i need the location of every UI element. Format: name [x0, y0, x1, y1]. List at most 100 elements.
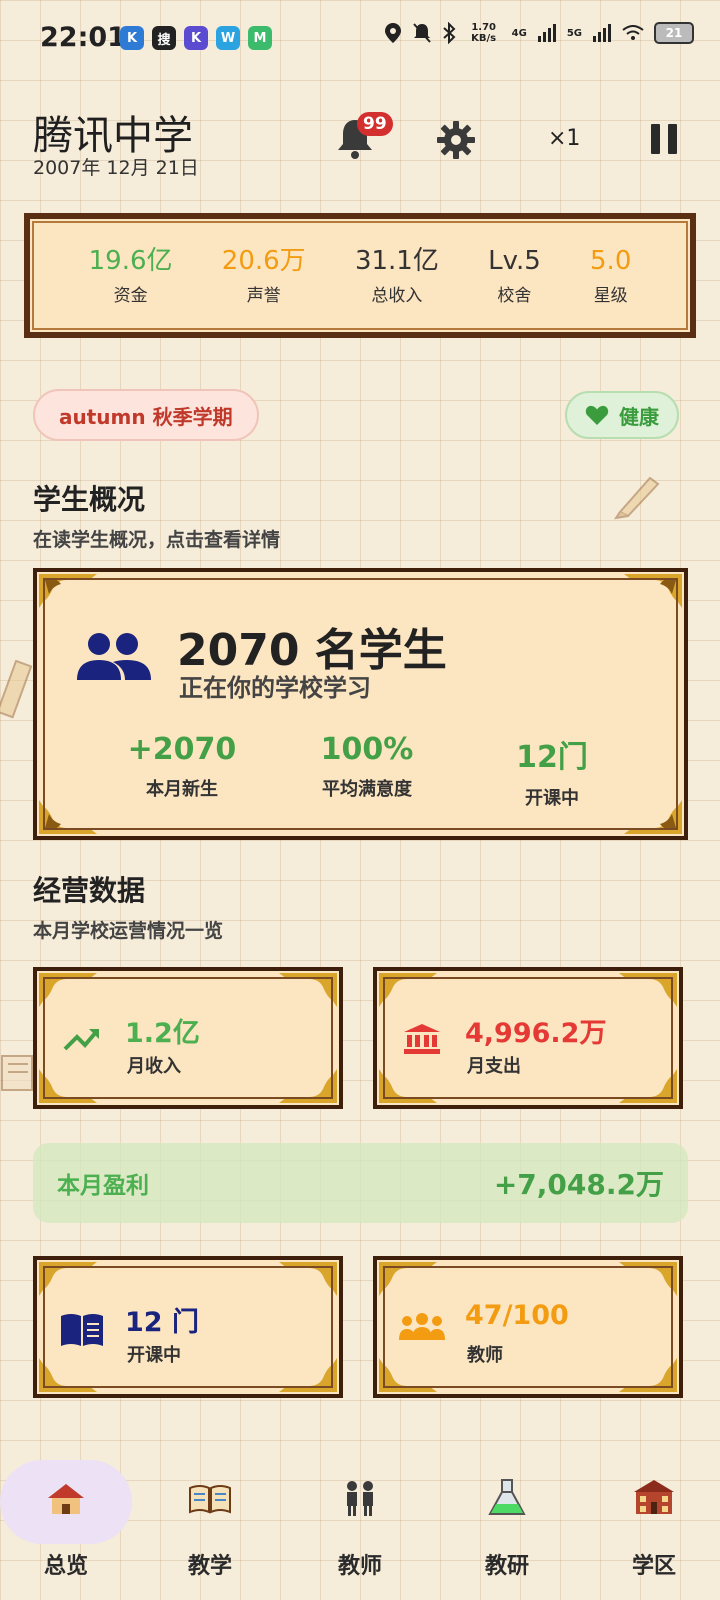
nav-tab-teaching[interactable]: 教学: [140, 1464, 280, 1580]
campus-icon: [634, 1480, 674, 1514]
metric-value: 12门: [516, 740, 588, 775]
metric-label: 开课中: [525, 788, 579, 809]
nav-label: 总览: [43, 1554, 88, 1579]
stat-label: 资金: [113, 286, 148, 306]
ornament-corner-icon: [39, 973, 97, 1007]
app-notification-icon: K: [184, 26, 208, 50]
income-value: 1.2亿: [125, 1018, 200, 1049]
monthly-income-card[interactable]: 1.2亿 月收入: [33, 967, 343, 1109]
stat-funds: 19.6亿 资金: [89, 245, 173, 306]
nav-label: 学区: [631, 1554, 676, 1579]
network-4g: 4G: [511, 27, 527, 39]
ruler-doodle-icon: [0, 660, 32, 719]
expense-label: 月支出: [467, 1056, 521, 1077]
ornament-corner-icon: [279, 973, 337, 1007]
metric-satisfaction: 100% 平均满意度: [282, 732, 452, 810]
students-overview-card[interactable]: 2070 名学生 正在你的学校学习 +2070 本月新生 100% 平均满意度 …: [33, 568, 688, 840]
app-notification-icon: K: [120, 26, 144, 50]
ornament-corner-icon: [279, 1358, 337, 1392]
health-status-badge[interactable]: 健康: [565, 391, 679, 439]
stat-label: 星级: [593, 286, 628, 306]
app-notification-icon: 搜: [152, 26, 176, 50]
wifi-icon: [622, 25, 644, 40]
students-section-subtitle: 在读学生概况，点击查看详情: [33, 529, 281, 551]
stat-value: 20.6万: [221, 246, 306, 276]
network-5g: 5G: [566, 27, 582, 39]
student-metrics: +2070 本月新生 100% 平均满意度 12门 开课中: [97, 732, 637, 810]
nav-label: 教研: [484, 1554, 529, 1579]
expense-value: 4,996.2万: [465, 1018, 607, 1049]
income-label: 月收入: [127, 1056, 181, 1077]
stat-reputation: 20.6万 声誉: [222, 245, 306, 306]
profit-value: +7,048.2万: [493, 1168, 664, 1201]
stat-star-rating: 5.0 星级: [590, 245, 631, 306]
stat-total-income: 31.1亿 总收入: [355, 245, 439, 306]
ornament-corner-icon: [39, 1069, 97, 1103]
stat-value: 19.6亿: [88, 246, 173, 276]
student-count-caption: 正在你的学校学习: [179, 674, 371, 702]
nav-tab-research[interactable]: 教研: [437, 1464, 577, 1580]
resource-stats-panel: 19.6亿 资金 20.6万 声誉 31.1亿 总收入 Lv.5 校舍 5.0 …: [24, 213, 696, 338]
ornament-corner-icon: [279, 1262, 337, 1296]
bank-icon: [404, 1024, 440, 1054]
nav-tab-overview[interactable]: 总览: [0, 1464, 136, 1580]
ornament-corner-icon: [379, 973, 437, 1007]
ornament-corner-icon: [619, 1358, 677, 1392]
pause-icon[interactable]: [651, 124, 679, 154]
signal-icon: [537, 24, 556, 42]
nav-tab-teachers[interactable]: 教师: [290, 1464, 430, 1580]
pencil-doodle-icon: [613, 476, 660, 520]
school-house-icon: [48, 1484, 84, 1514]
teachers-label: 教师: [467, 1345, 503, 1366]
location-icon: [384, 23, 401, 43]
students-section-title: 学生概况: [33, 483, 146, 516]
stat-label: 总收入: [371, 286, 423, 306]
nav-label: 教学: [187, 1554, 232, 1579]
courses-value: 12 门: [125, 1307, 199, 1338]
status-time: 22:01: [40, 22, 126, 53]
stat-label: 校舍: [497, 286, 532, 306]
metric-label: 本月新生: [146, 779, 218, 800]
ornament-corner-icon: [379, 1069, 437, 1103]
stat-value: 31.1亿: [354, 246, 439, 276]
health-label: 健康: [619, 404, 659, 429]
ornament-corner-icon: [39, 1358, 97, 1392]
open-book-icon: [189, 1485, 231, 1514]
book-doodle-icon: [1, 1055, 33, 1091]
metric-value: 100%: [320, 732, 414, 767]
open-book-icon: [61, 1314, 103, 1346]
status-app-icons: K 搜 K W M: [120, 26, 272, 50]
teachers-card[interactable]: 47/100 教师: [373, 1256, 683, 1398]
bluetooth-icon: [442, 22, 456, 44]
nav-label: 教师: [337, 1554, 382, 1579]
game-speed-button[interactable]: ×1: [548, 126, 580, 151]
status-indicators: 1.70 KB/s 4G 5G 21: [384, 22, 694, 44]
ornament-corner-icon: [39, 800, 97, 834]
status-bar: 22:01 K 搜 K W M 1.70 KB/s 4G 5G 21: [0, 0, 720, 80]
term-badge[interactable]: autumn 秋季学期: [33, 389, 259, 441]
net-speed: 1.70 KB/s: [471, 22, 497, 44]
stat-value: 5.0: [590, 246, 632, 276]
monthly-expense-card[interactable]: 4,996.2万 月支出: [373, 967, 683, 1109]
trending-up-icon: [63, 1029, 99, 1051]
ornament-corner-icon: [379, 1358, 437, 1392]
courses-card[interactable]: 12 门 开课中: [33, 1256, 343, 1398]
signal-icon: [593, 24, 611, 42]
operations-section-title: 经营数据: [33, 874, 146, 907]
ornament-corner-icon: [379, 1262, 437, 1296]
stat-building-level: Lv.5 校舍: [488, 245, 541, 306]
students-group-icon: [77, 633, 151, 680]
ornament-corner-icon: [39, 574, 97, 608]
operations-section-subtitle: 本月学校运营情况一览: [33, 920, 224, 942]
ornament-corner-icon: [619, 973, 677, 1007]
courses-label: 开课中: [127, 1345, 181, 1366]
metric-label: 平均满意度: [322, 779, 412, 800]
nav-tab-district[interactable]: 学区: [584, 1464, 720, 1580]
ornament-corner-icon: [624, 574, 682, 608]
teachers-icon: [347, 1481, 373, 1516]
ornament-corner-icon: [619, 1262, 677, 1296]
app-notification-icon: M: [248, 26, 272, 50]
teachers-group-icon: [399, 1313, 445, 1340]
settings-gear-icon[interactable]: [436, 120, 476, 160]
ornament-corner-icon: [619, 1069, 677, 1103]
